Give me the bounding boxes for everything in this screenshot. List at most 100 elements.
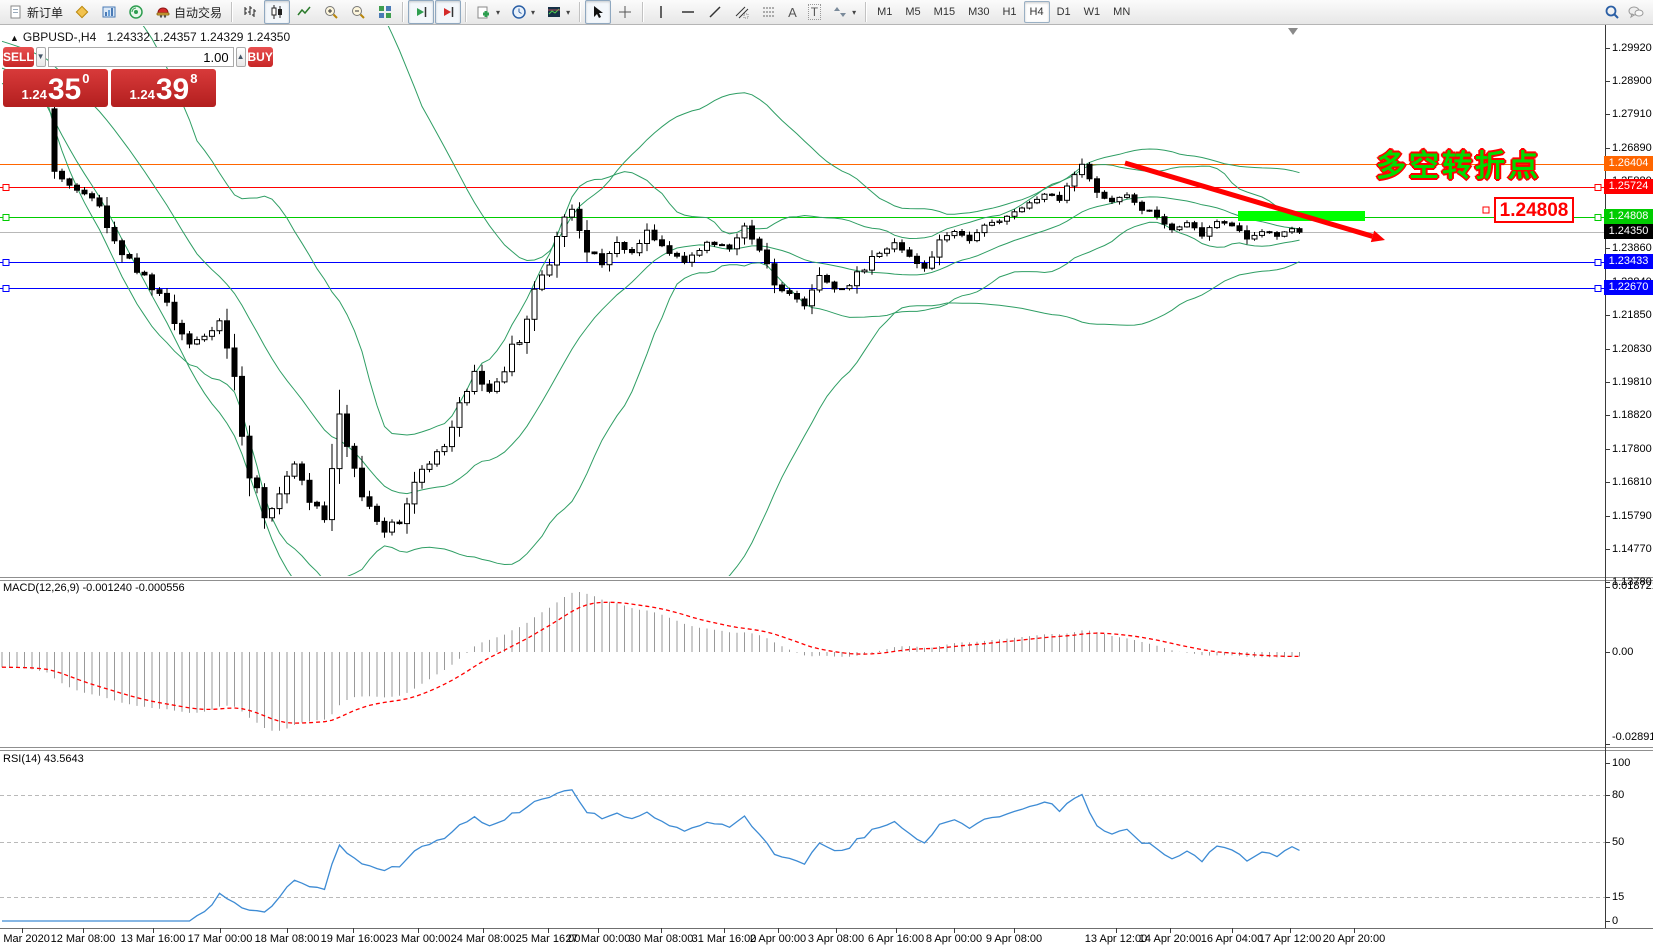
zoom-in-button[interactable] xyxy=(318,0,344,24)
fibonacci-icon xyxy=(761,4,777,20)
ohlc-readout: 1.24332 1.24357 1.24329 1.24350 xyxy=(107,30,291,44)
auto-scroll-icon xyxy=(413,4,429,20)
zoom-out-button[interactable] xyxy=(345,0,371,24)
cursor-icon xyxy=(590,4,606,20)
market-watch-button[interactable] xyxy=(96,0,122,24)
candlestick-chart-button[interactable] xyxy=(264,0,290,24)
tab-timeframe-m30[interactable]: M30 xyxy=(962,1,995,23)
cursor-button[interactable] xyxy=(585,0,611,24)
new-order-label: 新订单 xyxy=(27,4,63,21)
chevron-down-icon: ▾ xyxy=(496,8,500,17)
text-a-icon: A xyxy=(788,5,797,20)
crosshair-icon xyxy=(617,4,633,20)
tab-timeframe-mn[interactable]: MN xyxy=(1107,1,1136,23)
toolbar-separator xyxy=(579,2,581,22)
chart-shift-marker[interactable] xyxy=(1288,28,1298,35)
tab-timeframe-m1[interactable]: M1 xyxy=(871,1,898,23)
sell-button[interactable]: SELL xyxy=(3,47,34,67)
zoom-in-icon xyxy=(323,4,339,20)
bar-chart-button[interactable] xyxy=(237,0,263,24)
chart-area[interactable]: 1.299201.289001.279101.268901.258801.238… xyxy=(0,0,1653,949)
toolbar-separator xyxy=(402,2,404,22)
tile-windows-button[interactable] xyxy=(372,0,398,24)
auto-trading-label: 自动交易 xyxy=(174,4,222,21)
line-chart-icon xyxy=(296,4,312,20)
periods-button[interactable]: ▾ xyxy=(506,0,540,24)
toolbar-separator xyxy=(865,2,867,22)
clock-icon xyxy=(511,4,527,20)
sell-price-sup: 0 xyxy=(82,71,89,86)
chat-icon[interactable] xyxy=(1628,4,1644,20)
equidistant-channel-button[interactable] xyxy=(729,0,755,24)
vertical-line-button[interactable] xyxy=(648,0,674,24)
mt4-window: 新订单 自动交易 xyxy=(0,0,1653,949)
tile-windows-icon xyxy=(377,4,393,20)
text-label-icon: T xyxy=(808,4,821,20)
auto-trading-icon xyxy=(155,4,171,20)
text-button[interactable]: A xyxy=(783,0,802,24)
rsi-indicator-label: RSI(14) 43.5643 xyxy=(3,753,84,765)
gold-tag-icon xyxy=(74,4,90,20)
volume-input[interactable] xyxy=(48,47,234,67)
bar-chart-icon xyxy=(242,4,258,20)
signals-button[interactable] xyxy=(123,0,149,24)
new-order-icon xyxy=(8,4,24,20)
search-icon[interactable] xyxy=(1604,4,1620,20)
new-chart-button[interactable]: ▾ xyxy=(471,0,505,24)
volume-up-button[interactable]: ▲ xyxy=(236,47,246,67)
horizontal-line-button[interactable] xyxy=(675,0,701,24)
trendline-button[interactable] xyxy=(702,0,728,24)
fibonacci-button[interactable] xyxy=(756,0,782,24)
volume-down-button[interactable]: ▼ xyxy=(36,47,46,67)
price-callout-label[interactable]: 1.24808 xyxy=(1494,197,1574,223)
new-order-button[interactable]: 新订单 xyxy=(3,0,68,24)
buy-button[interactable]: BUY xyxy=(248,47,273,67)
chevron-down-icon: ▾ xyxy=(852,8,856,17)
chart-shift-icon xyxy=(440,4,456,20)
buy-price-prefix: 1.24 xyxy=(130,87,155,102)
favorites-button[interactable] xyxy=(69,0,95,24)
sell-price-panel[interactable]: 1.24 35 0 xyxy=(3,69,108,107)
chart-shift-button[interactable] xyxy=(435,0,461,24)
macd-indicator-label: MACD(12,26,9) -0.001240 -0.000556 xyxy=(3,582,185,594)
symbol-period-label: GBPUSD-,H4 xyxy=(23,30,96,44)
tab-timeframe-m5[interactable]: M5 xyxy=(899,1,926,23)
arrows-button[interactable]: ▾ xyxy=(827,0,861,24)
toolbar: 新订单 自动交易 xyxy=(0,0,1653,25)
turning-point-annotation[interactable]: 多空转折点 xyxy=(1376,141,1541,185)
chevron-down-icon: ▾ xyxy=(531,8,535,17)
template-icon xyxy=(546,4,562,20)
tab-timeframe-d1[interactable]: D1 xyxy=(1051,1,1077,23)
toolbar-separator xyxy=(465,2,467,22)
tab-timeframe-m15[interactable]: M15 xyxy=(928,1,961,23)
zoom-out-icon xyxy=(350,4,366,20)
auto-scroll-button[interactable] xyxy=(408,0,434,24)
tab-timeframe-w1[interactable]: W1 xyxy=(1078,1,1107,23)
market-chart-icon xyxy=(101,4,117,20)
buy-price-panel[interactable]: 1.24 39 8 xyxy=(111,69,216,107)
tab-timeframe-h1[interactable]: H1 xyxy=(996,1,1022,23)
tab-timeframe-h4[interactable]: H4 xyxy=(1024,1,1050,23)
signal-icon xyxy=(128,4,144,20)
buy-price-sup: 8 xyxy=(190,71,197,86)
expand-panel-icon[interactable]: ▲ xyxy=(10,33,19,43)
templates-button[interactable]: ▾ xyxy=(541,0,575,24)
candlestick-chart-icon xyxy=(269,4,285,20)
horizontal-line-icon xyxy=(680,4,696,20)
sell-price-prefix: 1.24 xyxy=(22,87,47,102)
buy-price-big: 39 xyxy=(156,75,189,105)
toolbar-separator xyxy=(642,2,644,22)
line-chart-button[interactable] xyxy=(291,0,317,24)
one-click-trading-panel: SELL ▼ ▲ BUY 1.24 35 0 1.24 39 8 xyxy=(3,47,216,108)
text-label-button[interactable]: T xyxy=(803,0,826,24)
channel-icon xyxy=(734,4,750,20)
crosshair-button[interactable] xyxy=(612,0,638,24)
arrows-icon xyxy=(832,4,848,20)
new-chart-icon xyxy=(476,4,492,20)
toolbar-separator xyxy=(231,2,233,22)
chart-title: ▲ GBPUSD-,H4 1.24332 1.24357 1.24329 1.24… xyxy=(10,30,290,44)
sell-price-big: 35 xyxy=(48,75,81,105)
chevron-down-icon: ▾ xyxy=(566,8,570,17)
vertical-line-icon xyxy=(653,4,669,20)
auto-trading-button[interactable]: 自动交易 xyxy=(150,0,227,24)
